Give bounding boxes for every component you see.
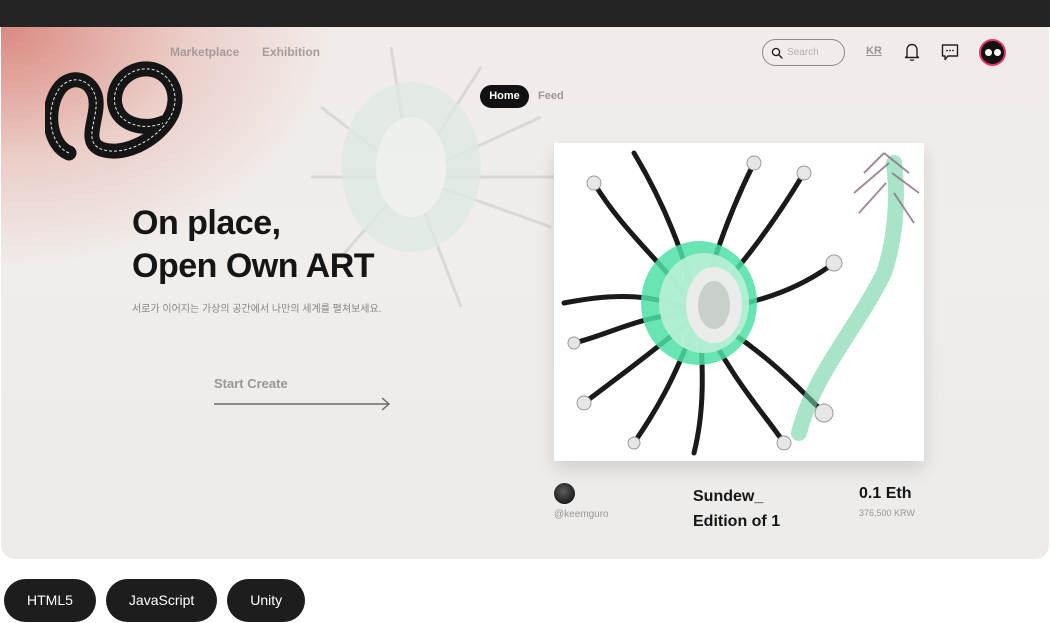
hero-subtitle: 서로가 이어지는 가상의 공간에서 나만의 세계를 펼쳐보세요. <box>132 304 382 315</box>
creator-handle[interactable]: @keemguro <box>554 509 609 520</box>
hero-headline-line2: Open Own ART <box>132 247 375 285</box>
tag-html5: HTML5 <box>4 579 96 622</box>
tab-feed[interactable]: Feed <box>538 90 564 102</box>
creator-avatar[interactable] <box>554 483 575 504</box>
artwork-title: Sundew_ Edition of 1 <box>693 484 803 534</box>
profile-avatar[interactable] <box>979 39 1006 66</box>
arrow-right-icon[interactable] <box>214 397 392 411</box>
tech-tags: HTML5 JavaScript Unity <box>4 579 306 622</box>
window-top-bar <box>0 0 1050 27</box>
artwork-title-line2: Edition of 1 <box>693 513 781 530</box>
search-placeholder: Search <box>787 47 819 58</box>
hero-headline-line1: On place, <box>132 204 281 242</box>
start-create-button[interactable]: Start Create <box>214 376 288 391</box>
artwork-title-line1: Sundew_ <box>693 488 764 505</box>
avatar-eye-right <box>993 49 1001 56</box>
tag-unity: Unity <box>227 579 306 622</box>
language-toggle[interactable]: KR <box>866 45 882 57</box>
bell-icon[interactable] <box>903 42 921 62</box>
hero-section: Marketplace Exhibition Search KR Home Fe… <box>1 27 1049 559</box>
nav-exhibition[interactable]: Exhibition <box>262 45 320 59</box>
brand-logo[interactable] <box>45 49 185 161</box>
search-input[interactable]: Search <box>762 39 845 66</box>
artwork-price-krw: 376,500 KRW <box>859 508 915 518</box>
search-icon <box>771 47 783 59</box>
hero-headline: On place, Open Own ART <box>132 202 375 288</box>
artwork-price: 0.1 Eth <box>859 485 912 502</box>
chat-icon[interactable] <box>940 42 960 62</box>
tag-javascript: JavaScript <box>105 579 218 622</box>
tab-home[interactable]: Home <box>480 85 529 108</box>
avatar-eye-left <box>984 49 992 56</box>
featured-artwork-image[interactable] <box>554 143 924 461</box>
